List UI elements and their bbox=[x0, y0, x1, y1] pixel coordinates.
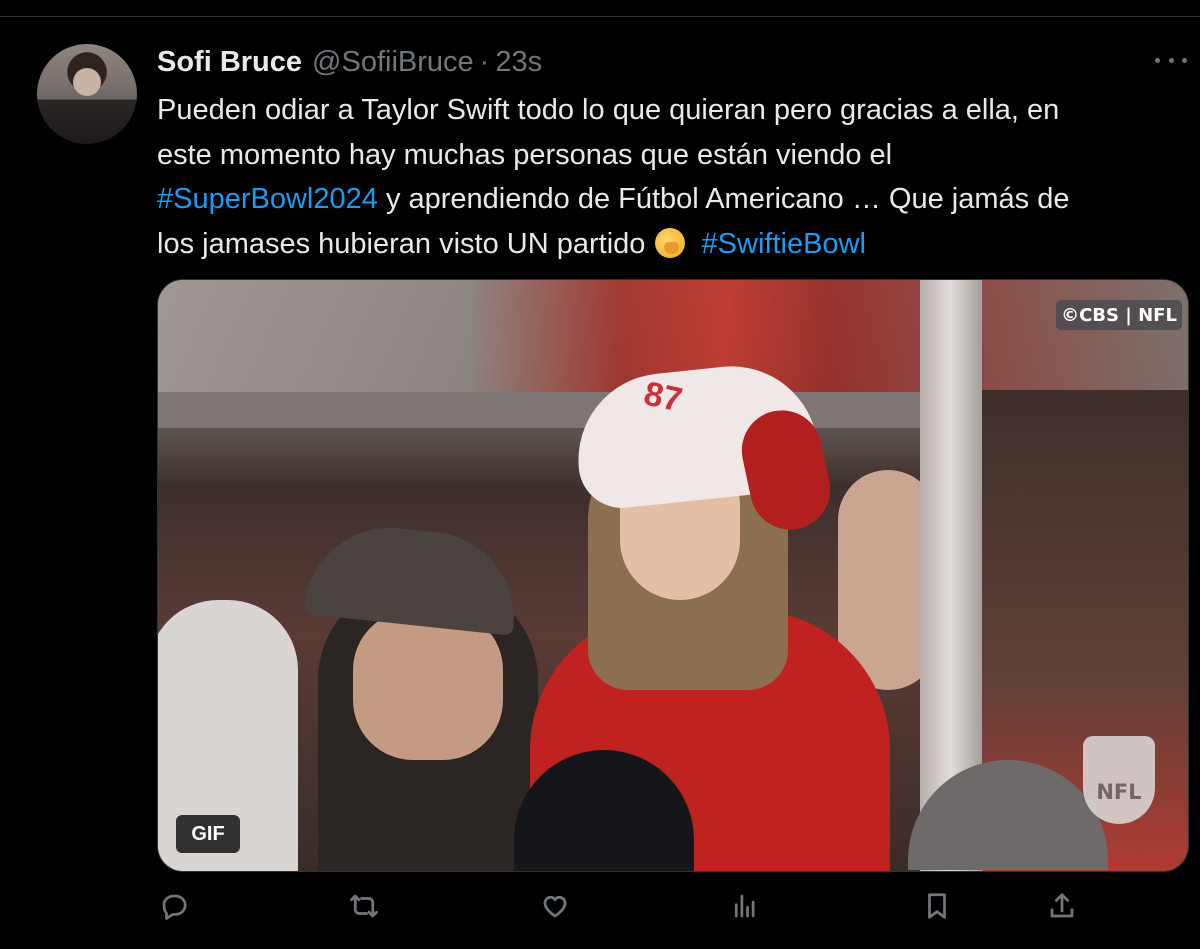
broadcast-badge: ©CBS | NFL bbox=[1056, 300, 1182, 330]
nfl-logo-text: NFL bbox=[1096, 780, 1142, 804]
action-bar bbox=[0, 880, 1200, 932]
tweet-media-gif[interactable]: 87 NFL ©CBS | NFL GIF bbox=[157, 279, 1189, 872]
tweet-line-4: los jamases hubieran visto UN partido #S… bbox=[157, 222, 1167, 267]
reply-icon bbox=[162, 894, 187, 920]
views-icon bbox=[734, 894, 755, 918]
heart-icon bbox=[543, 895, 567, 918]
timestamp[interactable]: 23s bbox=[495, 46, 542, 79]
tweet-text: Pueden odiar a Taylor Swift todo lo que … bbox=[157, 88, 1167, 266]
face-with-hand-over-mouth-icon bbox=[655, 227, 686, 258]
tweet-line-1: Pueden odiar a Taylor Swift todo lo que … bbox=[157, 94, 1060, 126]
tweet-line-3: #SuperBowl2024 y aprendiendo de Fútbol A… bbox=[157, 177, 1167, 222]
tweet-line-2: este momento hay muchas personas que est… bbox=[157, 138, 893, 171]
dot bbox=[1155, 57, 1160, 63]
bookmark-icon bbox=[928, 893, 946, 919]
author-handle[interactable]: @SofiiBruce bbox=[312, 46, 474, 79]
tweet-line-3-text: y aprendiendo de Fútbol Americano … Que … bbox=[377, 183, 1070, 215]
author-name[interactable]: Sofi Bruce bbox=[157, 46, 302, 79]
share-button[interactable] bbox=[1038, 880, 1086, 932]
bookmark-button[interactable] bbox=[913, 880, 961, 932]
separator: · bbox=[479, 45, 490, 78]
dot bbox=[1182, 57, 1187, 63]
reply-button[interactable] bbox=[150, 880, 198, 932]
like-button[interactable] bbox=[531, 880, 579, 932]
nfl-logo: NFL bbox=[1083, 736, 1155, 824]
spectator-left-face bbox=[353, 610, 503, 760]
hashtag-swiftiebowl[interactable]: #SwiftieBowl bbox=[702, 228, 866, 260]
views-button[interactable] bbox=[721, 880, 769, 932]
repost-icon bbox=[350, 894, 378, 918]
gif-badge[interactable]: GIF bbox=[176, 815, 240, 853]
tweet-line-4-text: los jamases hubieran visto UN partido bbox=[157, 227, 646, 260]
tweet-header: Sofi Bruce @SofiiBruce · 23s bbox=[157, 42, 542, 82]
repost-button[interactable] bbox=[340, 880, 388, 932]
spectator-left-cap bbox=[303, 519, 523, 636]
more-options-icon[interactable] bbox=[1155, 52, 1187, 68]
share-icon bbox=[1050, 893, 1074, 918]
hashtag-superbowl2024[interactable]: #SuperBowl2024 bbox=[157, 183, 378, 215]
hat-number: 87 bbox=[640, 374, 686, 420]
top-divider bbox=[0, 16, 1200, 17]
dot bbox=[1168, 57, 1174, 63]
avatar[interactable] bbox=[37, 44, 137, 144]
